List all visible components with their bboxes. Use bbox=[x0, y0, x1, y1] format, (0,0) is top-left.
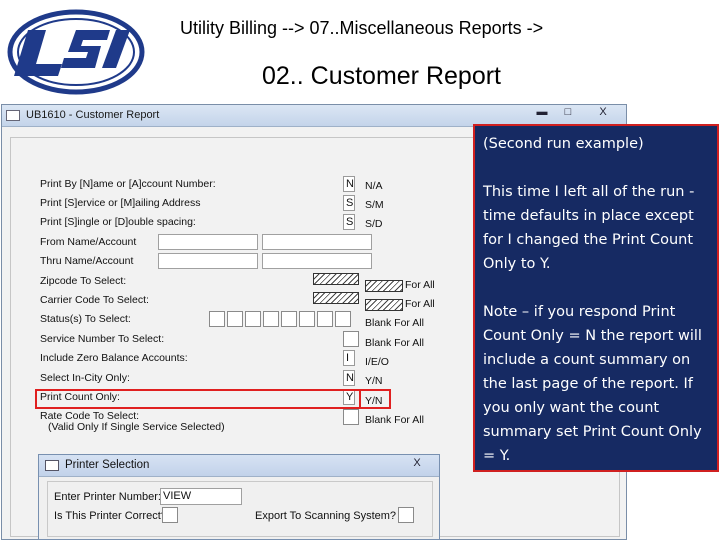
print-service-label: Print [S]ervice or [M]ailing Address bbox=[40, 197, 201, 209]
close-button[interactable]: X bbox=[582, 105, 624, 121]
service-label: Service Number To Select: bbox=[40, 333, 165, 345]
lsi-logo bbox=[7, 9, 145, 95]
status-label: Status(s) To Select: bbox=[40, 313, 131, 325]
from-account-input[interactable] bbox=[262, 234, 372, 250]
print-by-hint: N/A bbox=[365, 180, 383, 192]
status-box-1[interactable] bbox=[209, 311, 225, 327]
printer-dialog-titlebar: Printer Selection X bbox=[39, 455, 439, 477]
print-spacing-input[interactable]: S bbox=[343, 214, 355, 230]
printer-dialog-close-button[interactable]: X bbox=[397, 456, 437, 472]
print-spacing-label: Print [S]ingle or [D]ouble spacing: bbox=[40, 216, 196, 228]
in-city-hint: Y/N bbox=[365, 375, 383, 387]
carrier-input[interactable] bbox=[313, 292, 359, 304]
print-by-label: Print By [N]ame or [A]ccount Number: bbox=[40, 178, 216, 190]
page-title: 02.. Customer Report bbox=[262, 62, 501, 90]
breadcrumb: Utility Billing --> 07..Miscellaneous Re… bbox=[180, 18, 544, 38]
thru-account-input[interactable] bbox=[262, 253, 372, 269]
carrier-label: Carrier Code To Select: bbox=[40, 294, 149, 306]
rate-code-input[interactable] bbox=[343, 409, 359, 425]
printer-number-label: Enter Printer Number: bbox=[54, 491, 161, 503]
in-city-input[interactable]: N bbox=[343, 370, 355, 386]
print-service-hint: S/M bbox=[365, 199, 384, 211]
service-hint: Blank For All bbox=[365, 337, 424, 349]
callout-heading: (Second run example) bbox=[483, 136, 644, 152]
zipcode-hint: For All bbox=[405, 279, 435, 291]
thru-name-label: Thru Name/Account bbox=[40, 255, 134, 267]
printer-correct-checkbox[interactable] bbox=[162, 507, 178, 523]
from-name-label: From Name/Account bbox=[40, 236, 137, 248]
status-hint: Blank For All bbox=[365, 317, 424, 329]
minimize-button[interactable]: ▬ bbox=[530, 105, 554, 121]
print-count-hint-highlight bbox=[359, 389, 391, 409]
zipcode-label: Zipcode To Select: bbox=[40, 275, 127, 287]
callout-paragraph-1: This time I left all of the run -time de… bbox=[483, 184, 695, 272]
thru-name-input[interactable] bbox=[158, 253, 258, 269]
callout-paragraph-2: Note – if you respond Print Count Only =… bbox=[483, 304, 702, 464]
print-spacing-hint: S/D bbox=[365, 218, 383, 230]
service-input[interactable] bbox=[343, 331, 359, 347]
status-box-2[interactable] bbox=[227, 311, 243, 327]
zero-balance-hint: I/E/O bbox=[365, 356, 389, 368]
printer-number-input[interactable]: VIEW bbox=[160, 488, 242, 505]
in-city-label: Select In-City Only: bbox=[40, 372, 130, 384]
carrier-hint: For All bbox=[405, 298, 435, 310]
status-box-3[interactable] bbox=[245, 311, 261, 327]
rate-code-note: (Valid Only If Single Service Selected) bbox=[48, 421, 225, 433]
status-box-8[interactable] bbox=[335, 311, 351, 327]
zipcode-hint-swatch bbox=[365, 280, 403, 292]
status-box-4[interactable] bbox=[263, 311, 279, 327]
zero-balance-input[interactable]: I bbox=[343, 350, 355, 366]
maximize-button[interactable]: □ bbox=[556, 105, 580, 121]
printer-dialog-icon bbox=[45, 460, 59, 471]
export-scanning-checkbox[interactable] bbox=[398, 507, 414, 523]
export-scanning-label: Export To Scanning System? bbox=[255, 510, 397, 522]
print-count-highlight bbox=[35, 389, 391, 409]
from-name-input[interactable] bbox=[158, 234, 258, 250]
status-box-7[interactable] bbox=[317, 311, 333, 327]
zero-balance-label: Include Zero Balance Accounts: bbox=[40, 352, 188, 364]
print-service-input[interactable]: S bbox=[343, 195, 355, 211]
printer-correct-label: Is This Printer Correct? bbox=[54, 510, 167, 522]
status-box-6[interactable] bbox=[299, 311, 315, 327]
explanation-callout: (Second run example) This time I left al… bbox=[473, 124, 719, 472]
window-app-icon bbox=[6, 110, 20, 121]
print-by-input[interactable]: N bbox=[343, 176, 355, 192]
printer-dialog-title: Printer Selection bbox=[65, 459, 150, 471]
window-title: UB1610 - Customer Report bbox=[26, 109, 160, 121]
status-box-5[interactable] bbox=[281, 311, 297, 327]
carrier-hint-swatch bbox=[365, 299, 403, 311]
rate-code-hint: Blank For All bbox=[365, 414, 424, 426]
zipcode-input[interactable] bbox=[313, 273, 359, 285]
